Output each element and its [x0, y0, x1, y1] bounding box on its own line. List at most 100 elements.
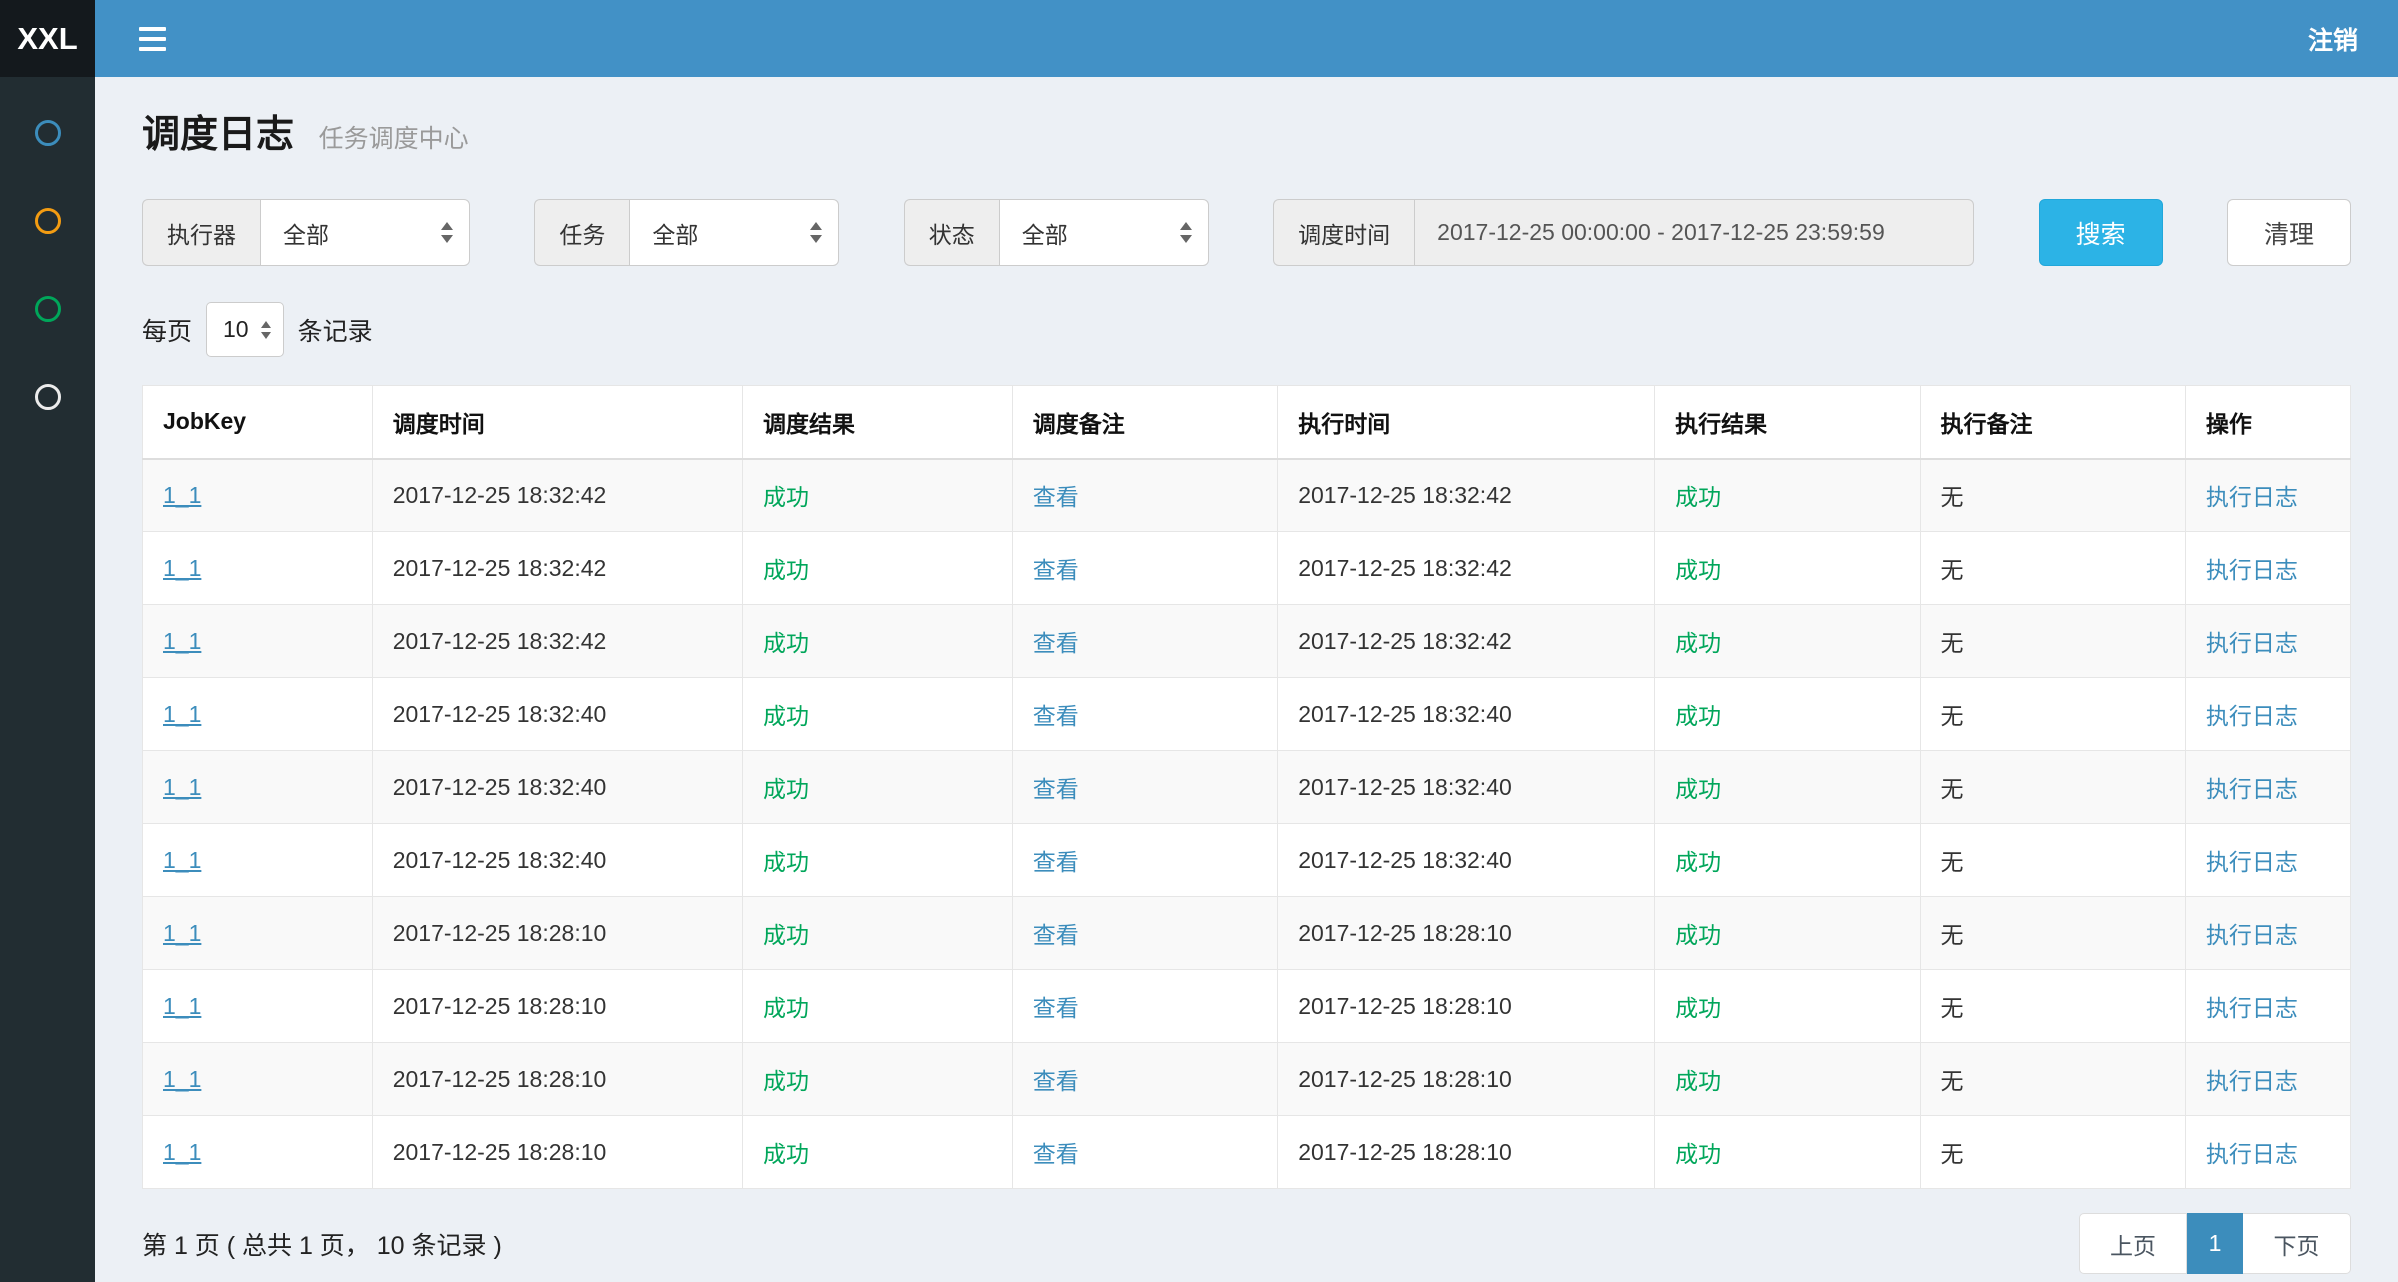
- column-header-trigger-result: 调度结果: [742, 386, 1012, 459]
- table-body: 1_12017-12-25 18:32:42成功查看2017-12-25 18:…: [143, 459, 2351, 1189]
- job-key-link[interactable]: 1_1: [143, 678, 373, 751]
- view-trigger-msg-link[interactable]: 查看: [1012, 459, 1277, 532]
- view-trigger-msg-link[interactable]: 查看: [1012, 1043, 1277, 1116]
- top-navbar: XXL 注销: [0, 0, 2398, 77]
- sidebar-item-menu-2[interactable]: [0, 205, 95, 237]
- sidebar-item-menu-4[interactable]: [0, 381, 95, 413]
- exec-log-link[interactable]: 执行日志: [2185, 1116, 2350, 1189]
- exec-log-link[interactable]: 执行日志: [2185, 970, 2350, 1043]
- status-select[interactable]: 全部: [999, 199, 1209, 266]
- exec-log-link[interactable]: 执行日志: [2185, 1043, 2350, 1116]
- handle-msg-cell: 无: [1920, 459, 2185, 532]
- column-header-jobkey: JobKey: [143, 386, 373, 459]
- trigger-result-cell: 成功: [742, 605, 1012, 678]
- handle-msg-cell: 无: [1920, 1116, 2185, 1189]
- view-trigger-msg-link[interactable]: 查看: [1012, 897, 1277, 970]
- handle-time-cell: 2017-12-25 18:32:40: [1278, 678, 1655, 751]
- job-key-link[interactable]: 1_1: [143, 459, 373, 532]
- exec-log-link[interactable]: 执行日志: [2185, 824, 2350, 897]
- next-page-button[interactable]: 下页: [2243, 1213, 2351, 1274]
- view-trigger-msg-link[interactable]: 查看: [1012, 605, 1277, 678]
- job-key-link[interactable]: 1_1: [143, 1043, 373, 1116]
- column-header-action: 操作: [2185, 386, 2350, 459]
- table-head: JobKey调度时间调度结果调度备注执行时间执行结果执行备注操作: [143, 386, 2351, 459]
- job-key-link[interactable]: 1_1: [143, 532, 373, 605]
- pagination: 上页 1 下页: [2079, 1213, 2351, 1274]
- prev-page-button[interactable]: 上页: [2079, 1213, 2187, 1274]
- handle-result-cell: 成功: [1655, 678, 1920, 751]
- status-filter-label: 状态: [904, 199, 999, 266]
- status-filter-group: 状态 全部: [904, 199, 1209, 266]
- job-key-link[interactable]: 1_1: [143, 605, 373, 678]
- table-row: 1_12017-12-25 18:28:10成功查看2017-12-25 18:…: [143, 970, 2351, 1043]
- trigger-time-cell: 2017-12-25 18:32:40: [372, 751, 742, 824]
- handle-msg-cell: 无: [1920, 897, 2185, 970]
- executor-select[interactable]: 全部: [260, 199, 470, 266]
- handle-time-cell: 2017-12-25 18:28:10: [1278, 897, 1655, 970]
- table-header-row: JobKey调度时间调度结果调度备注执行时间执行结果执行备注操作: [143, 386, 2351, 459]
- handle-msg-cell: 无: [1920, 678, 2185, 751]
- job-key-link[interactable]: 1_1: [143, 1116, 373, 1189]
- exec-log-link[interactable]: 执行日志: [2185, 897, 2350, 970]
- navbar-right-area: 注销: [95, 0, 2398, 77]
- page-subtitle: 任务调度中心: [319, 125, 469, 153]
- handle-result-cell: 成功: [1655, 1116, 1920, 1189]
- job-key-link[interactable]: 1_1: [143, 824, 373, 897]
- handle-msg-cell: 无: [1920, 532, 2185, 605]
- job-select[interactable]: 全部: [629, 199, 839, 266]
- app-logo[interactable]: XXL: [0, 0, 95, 77]
- select-arrows-icon: [261, 321, 271, 339]
- column-header-trigger-time: 调度时间: [372, 386, 742, 459]
- circle-o-icon: [35, 384, 61, 410]
- logout-link[interactable]: 注销: [2308, 21, 2358, 57]
- job-key-link[interactable]: 1_1: [143, 897, 373, 970]
- sidebar-toggle-button[interactable]: [135, 19, 170, 59]
- view-trigger-msg-link[interactable]: 查看: [1012, 751, 1277, 824]
- trigger-time-cell: 2017-12-25 18:32:42: [372, 605, 742, 678]
- page-size-select[interactable]: 10: [206, 302, 284, 357]
- job-key-link[interactable]: 1_1: [143, 970, 373, 1043]
- trigger-result-cell: 成功: [742, 678, 1012, 751]
- job-key-link[interactable]: 1_1: [143, 751, 373, 824]
- handle-time-cell: 2017-12-25 18:32:40: [1278, 824, 1655, 897]
- handle-result-cell: 成功: [1655, 532, 1920, 605]
- exec-log-link[interactable]: 执行日志: [2185, 678, 2350, 751]
- trigger-time-cell: 2017-12-25 18:32:40: [372, 824, 742, 897]
- schedule-time-filter-group: 调度时间 2017-12-25 00:00:00 - 2017-12-25 23…: [1273, 199, 1974, 266]
- schedule-time-input[interactable]: 2017-12-25 00:00:00 - 2017-12-25 23:59:5…: [1414, 199, 1974, 266]
- page-size-suffix: 条记录: [298, 312, 373, 348]
- trigger-result-cell: 成功: [742, 970, 1012, 1043]
- page-size-prefix: 每页: [142, 312, 192, 348]
- column-header-handle-time: 执行时间: [1278, 386, 1655, 459]
- table-row: 1_12017-12-25 18:32:40成功查看2017-12-25 18:…: [143, 751, 2351, 824]
- table-row: 1_12017-12-25 18:32:42成功查看2017-12-25 18:…: [143, 459, 2351, 532]
- view-trigger-msg-link[interactable]: 查看: [1012, 824, 1277, 897]
- trigger-result-cell: 成功: [742, 751, 1012, 824]
- dispatch-log-table: JobKey调度时间调度结果调度备注执行时间执行结果执行备注操作 1_12017…: [142, 385, 2351, 1189]
- trigger-result-cell: 成功: [742, 1116, 1012, 1189]
- sidebar-item-menu-1[interactable]: [0, 117, 95, 149]
- exec-log-link[interactable]: 执行日志: [2185, 605, 2350, 678]
- handle-msg-cell: 无: [1920, 970, 2185, 1043]
- handle-result-cell: 成功: [1655, 897, 1920, 970]
- exec-log-link[interactable]: 执行日志: [2185, 459, 2350, 532]
- trigger-result-cell: 成功: [742, 532, 1012, 605]
- view-trigger-msg-link[interactable]: 查看: [1012, 678, 1277, 751]
- handle-result-cell: 成功: [1655, 459, 1920, 532]
- table-row: 1_12017-12-25 18:28:10成功查看2017-12-25 18:…: [143, 1116, 2351, 1189]
- view-trigger-msg-link[interactable]: 查看: [1012, 1116, 1277, 1189]
- view-trigger-msg-link[interactable]: 查看: [1012, 970, 1277, 1043]
- sidebar-item-menu-3[interactable]: [0, 293, 95, 325]
- exec-log-link[interactable]: 执行日志: [2185, 532, 2350, 605]
- exec-log-link[interactable]: 执行日志: [2185, 751, 2350, 824]
- handle-time-cell: 2017-12-25 18:28:10: [1278, 1043, 1655, 1116]
- handle-time-cell: 2017-12-25 18:32:42: [1278, 532, 1655, 605]
- select-arrows-icon: [1180, 222, 1192, 243]
- table-row: 1_12017-12-25 18:32:42成功查看2017-12-25 18:…: [143, 605, 2351, 678]
- current-page-button[interactable]: 1: [2187, 1213, 2243, 1274]
- search-button[interactable]: 搜索: [2039, 199, 2163, 266]
- column-header-handle-msg: 执行备注: [1920, 386, 2185, 459]
- table-row: 1_12017-12-25 18:32:42成功查看2017-12-25 18:…: [143, 532, 2351, 605]
- clear-button[interactable]: 清理: [2227, 199, 2351, 266]
- view-trigger-msg-link[interactable]: 查看: [1012, 532, 1277, 605]
